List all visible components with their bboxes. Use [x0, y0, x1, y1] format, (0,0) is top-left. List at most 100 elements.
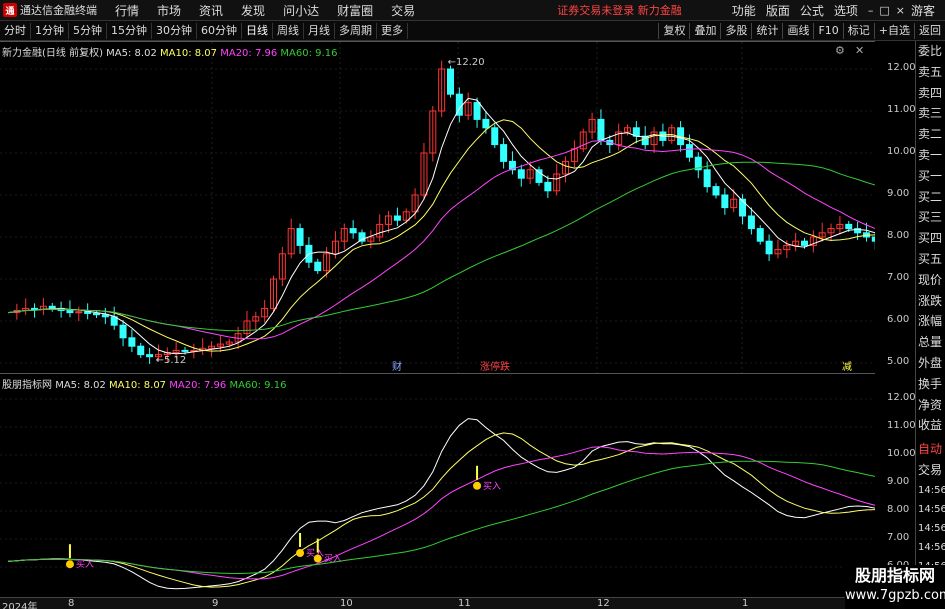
period-tab-weekly[interactable]: 周线 [273, 22, 304, 39]
candle-body [482, 118, 490, 129]
watermark-title: 股朋指标网 [854, 566, 935, 585]
period-tab-1min[interactable]: 1分钟 [31, 22, 69, 39]
period-tab-30min[interactable]: 30分钟 [152, 22, 197, 39]
menu-item-ask[interactable]: 问小达 [283, 2, 319, 19]
date-label: 10 [340, 598, 353, 609]
sidebar-item-6: 买一 [918, 168, 943, 183]
stats-button[interactable]: 统计 [751, 22, 782, 39]
period-tab-more[interactable]: 更多 [377, 22, 408, 39]
candle-body [544, 181, 552, 192]
quote-sidebar: 委比 卖五 卖四 卖三 卖二 卖一 买一 买二 买三 买四 买五 现价 涨跌 涨幅 总量 外盘 换手 净资 收益 自动… [915, 41, 945, 609]
ma5-line [7, 97, 875, 355]
watermark-url: www.7gpzb.com [845, 588, 945, 603]
sidebar-item-11: 现价 [918, 272, 943, 287]
sidebar-time-3: 14:56 [918, 541, 945, 553]
close-icon[interactable]: × [896, 4, 905, 17]
candle-body [48, 305, 56, 309]
ma20-line [7, 140, 875, 340]
sidebar-item-1: 卖五 [918, 64, 943, 79]
indicator-panel[interactable]: 股朋指标网 MA5: 8.02 MA10: 8.07 MA20: 7.96 MA… [0, 373, 875, 597]
menu-item-wealth[interactable]: 财富圈 [337, 2, 373, 19]
add-watchlist-button[interactable]: +自选 [873, 22, 914, 39]
menu-formula[interactable]: 公式 [800, 2, 824, 19]
date-label: 9 [212, 598, 219, 609]
sidebar-item-15: 外盘 [918, 355, 943, 370]
app-title: 通达信金融终端 [20, 4, 97, 17]
guest-label[interactable]: 游客 [911, 2, 935, 19]
y-tick-label: 9.00 [887, 476, 910, 487]
adjust-button[interactable]: 复权 [658, 22, 689, 39]
low-price-label: ←5.12 [156, 355, 187, 366]
candle-body [491, 127, 499, 146]
buy-signal-label: 买入 [324, 554, 342, 565]
sidebar-item-13: 涨幅 [918, 314, 943, 329]
candle-body [500, 144, 508, 162]
candle-body [349, 228, 357, 234]
indicator-chart[interactable]: 买入买入买入买入 [0, 374, 875, 598]
period-tab-intraday[interactable]: 分时 [0, 22, 31, 39]
period-tab-monthly[interactable]: 月线 [304, 22, 335, 39]
mark-button[interactable]: 标记 [842, 22, 874, 39]
sidebar-lower-0[interactable]: 自动 [916, 439, 945, 460]
candle-body [845, 223, 853, 230]
multi-stock-button[interactable]: 多股 [720, 22, 751, 39]
period-tab-60min[interactable]: 60分钟 [197, 22, 242, 39]
menu-item-quotes[interactable]: 行情 [115, 2, 139, 19]
menu-item-market[interactable]: 市场 [157, 2, 181, 19]
sidebar-item-5: 卖一 [918, 147, 943, 162]
overlay-button[interactable]: 叠加 [689, 22, 720, 39]
menu-bar: 通 通达信金融终端 行情 市场 资讯 发现 问小达 财富圈 交易 证券交易未登录… [0, 0, 945, 21]
y-tick-label: 8.00 [887, 230, 910, 241]
sub-y-axis: 12.0011.0010.009.008.007.006.00 [875, 373, 916, 597]
minimize-icon[interactable]: – [868, 4, 874, 17]
main-y-axis: 12.00 11.00 10.00 9.00 8.00 7.00 6.00 5.00 [875, 41, 916, 373]
buy-signal-label: 买入 [76, 559, 94, 570]
y-tick-label: 12.00 [887, 392, 916, 403]
back-button[interactable]: 返回 [914, 22, 945, 39]
period-tab-daily[interactable]: 日线 [242, 22, 273, 39]
app-window: 通 通达信金融终端 行情 市场 资讯 发现 问小达 财富圈 交易 证券交易未登录… [0, 0, 945, 609]
candle-body [712, 186, 720, 196]
sidebar-item-0: 委比 [918, 44, 943, 58]
sidebar-item-17: 净资 [918, 397, 943, 412]
sidebar-item-10: 买五 [918, 251, 943, 266]
menu-item-news[interactable]: 资讯 [199, 2, 223, 19]
sidebar-item-4: 卖二 [918, 127, 943, 142]
maximize-icon[interactable]: □ [879, 4, 889, 17]
date-label: 8 [68, 598, 75, 609]
buy-signal-icon [313, 554, 322, 563]
sub-ma10-line [7, 432, 875, 588]
candle-body [75, 311, 83, 314]
menu-item-trade[interactable]: 交易 [391, 2, 415, 19]
main-chart-panel[interactable]: 新力金融(日线 前复权) MA5: 8.02 MA10: 8.07 MA20: … [0, 41, 875, 374]
sidebar-item-9: 买四 [918, 231, 943, 246]
menu-item-discover[interactable]: 发现 [241, 2, 265, 19]
y-tick-label: 5.00 [887, 356, 910, 367]
period-tab-multi[interactable]: 多周期 [335, 22, 377, 39]
candle-body [597, 118, 605, 141]
candle-body [93, 312, 100, 316]
period-tab-15min[interactable]: 15分钟 [107, 22, 152, 39]
date-label: 11 [458, 598, 471, 609]
draw-line-button[interactable]: 画线 [782, 22, 813, 39]
candle-body [685, 144, 693, 158]
buy-signal-icon [296, 549, 305, 557]
candle-body [314, 261, 322, 272]
candle-body [747, 215, 755, 230]
menu-options[interactable]: 选项 [834, 2, 858, 19]
date-label: 2024年 [2, 602, 38, 609]
sidebar-lower-1[interactable]: 交易 [916, 460, 945, 481]
period-tab-5min[interactable]: 5分钟 [69, 22, 107, 39]
candlestick-chart[interactable]: ←12.20 ←5.12 财 涨停跌 减 [0, 42, 875, 374]
login-warning[interactable]: 证券交易未登录 新力金融 [557, 2, 682, 18]
y-tick-label: 6.00 [887, 314, 910, 325]
menu-layout[interactable]: 版面 [766, 2, 790, 19]
candle-body [721, 194, 729, 209]
f10-button[interactable]: F10 [813, 22, 842, 39]
date-axis: 2024年 8 9 10 11 12 1 [0, 597, 915, 609]
y-tick-label: 10.00 [887, 146, 916, 157]
menu-function[interactable]: 功能 [732, 2, 756, 19]
sidebar-time-2: 14:56 [918, 522, 945, 534]
candle-body [393, 215, 401, 221]
candle-body [756, 228, 764, 242]
